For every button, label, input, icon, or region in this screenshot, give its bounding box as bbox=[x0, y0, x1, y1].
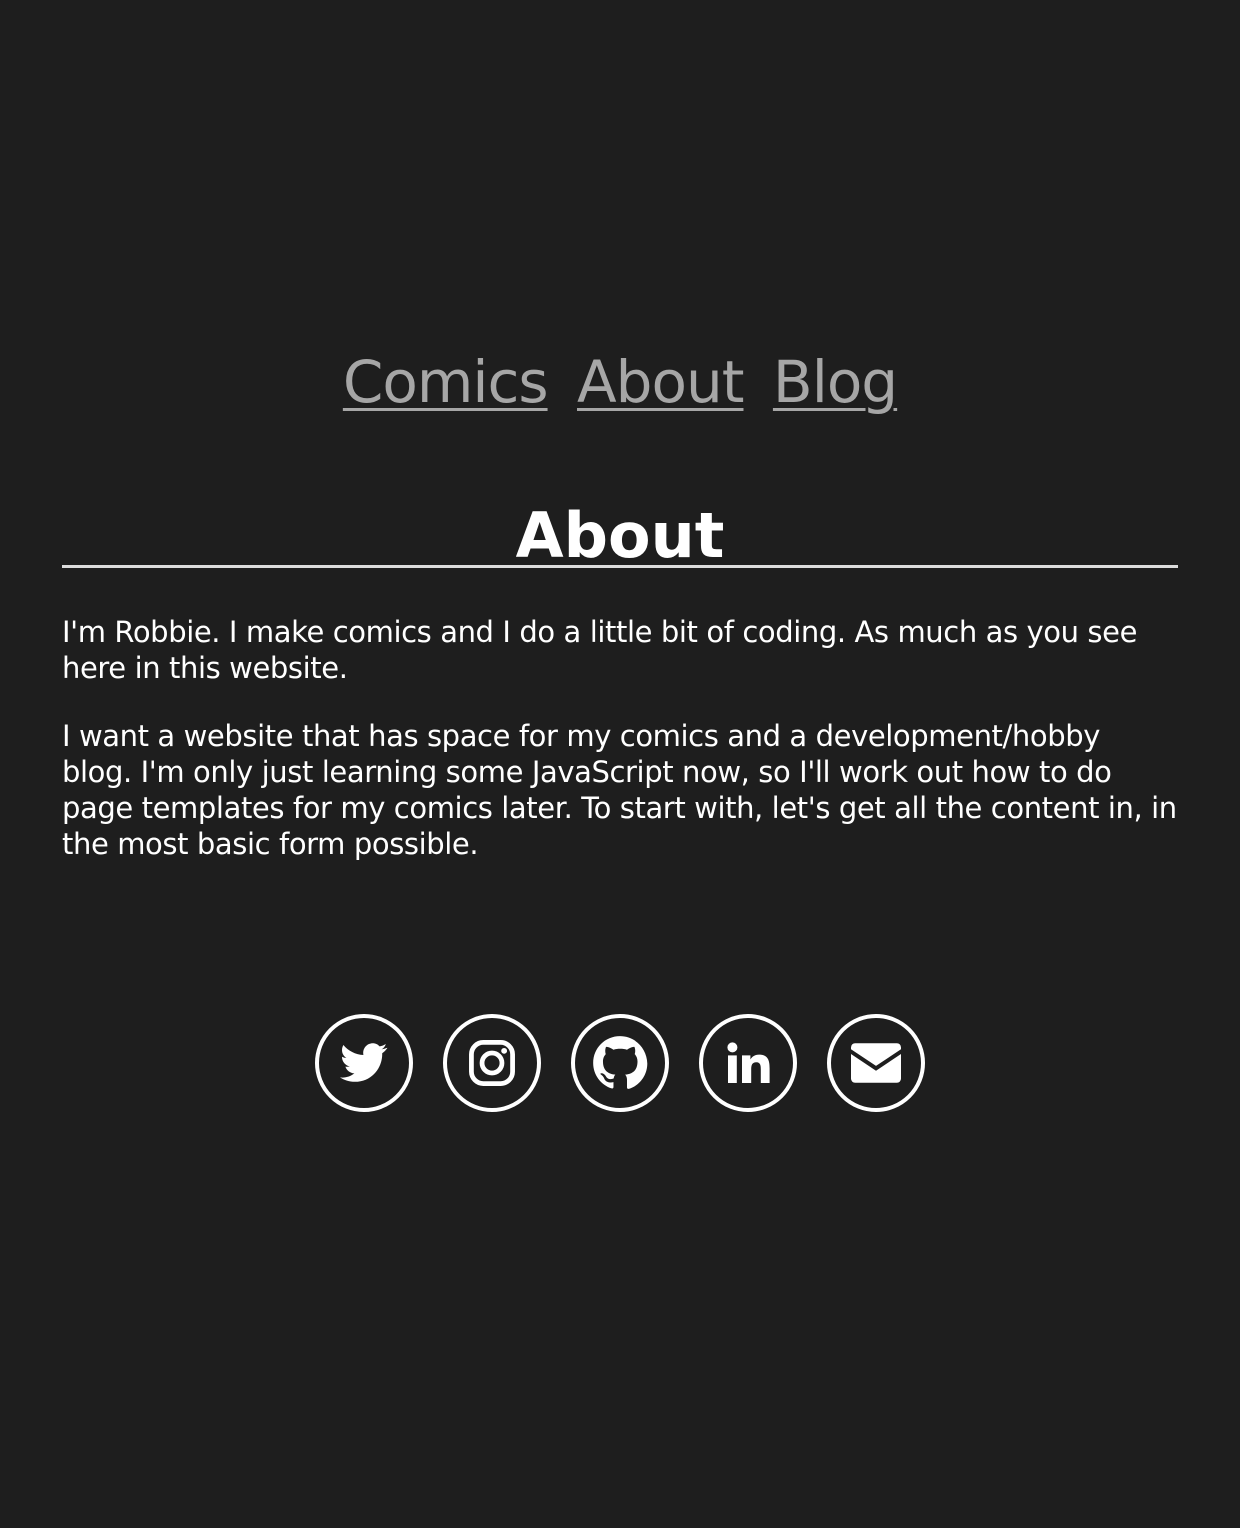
nav-link-blog[interactable]: Blog bbox=[773, 348, 898, 416]
about-content: I'm Robbie. I make comics and I do a lit… bbox=[62, 614, 1178, 894]
instagram-icon bbox=[469, 1040, 515, 1086]
linkedin-icon bbox=[727, 1042, 770, 1083]
email-link[interactable] bbox=[827, 1014, 925, 1112]
nav-link-comics[interactable]: Comics bbox=[343, 348, 549, 416]
twitter-icon bbox=[340, 1043, 388, 1082]
github-link[interactable] bbox=[571, 1014, 669, 1112]
title-divider bbox=[62, 565, 1178, 568]
email-icon bbox=[851, 1043, 901, 1083]
linkedin-link[interactable] bbox=[699, 1014, 797, 1112]
nav-link-about[interactable]: About bbox=[577, 348, 744, 416]
github-icon bbox=[593, 1036, 648, 1089]
twitter-link[interactable] bbox=[315, 1014, 413, 1112]
instagram-link[interactable] bbox=[443, 1014, 541, 1112]
main-nav: Comics About Blog bbox=[0, 342, 1240, 422]
page-title: About bbox=[515, 499, 725, 572]
social-links bbox=[0, 1014, 1240, 1112]
about-paragraph-1: I'm Robbie. I make comics and I do a lit… bbox=[62, 615, 1138, 685]
about-paragraph-2: I want a website that has space for my c… bbox=[62, 719, 1177, 861]
